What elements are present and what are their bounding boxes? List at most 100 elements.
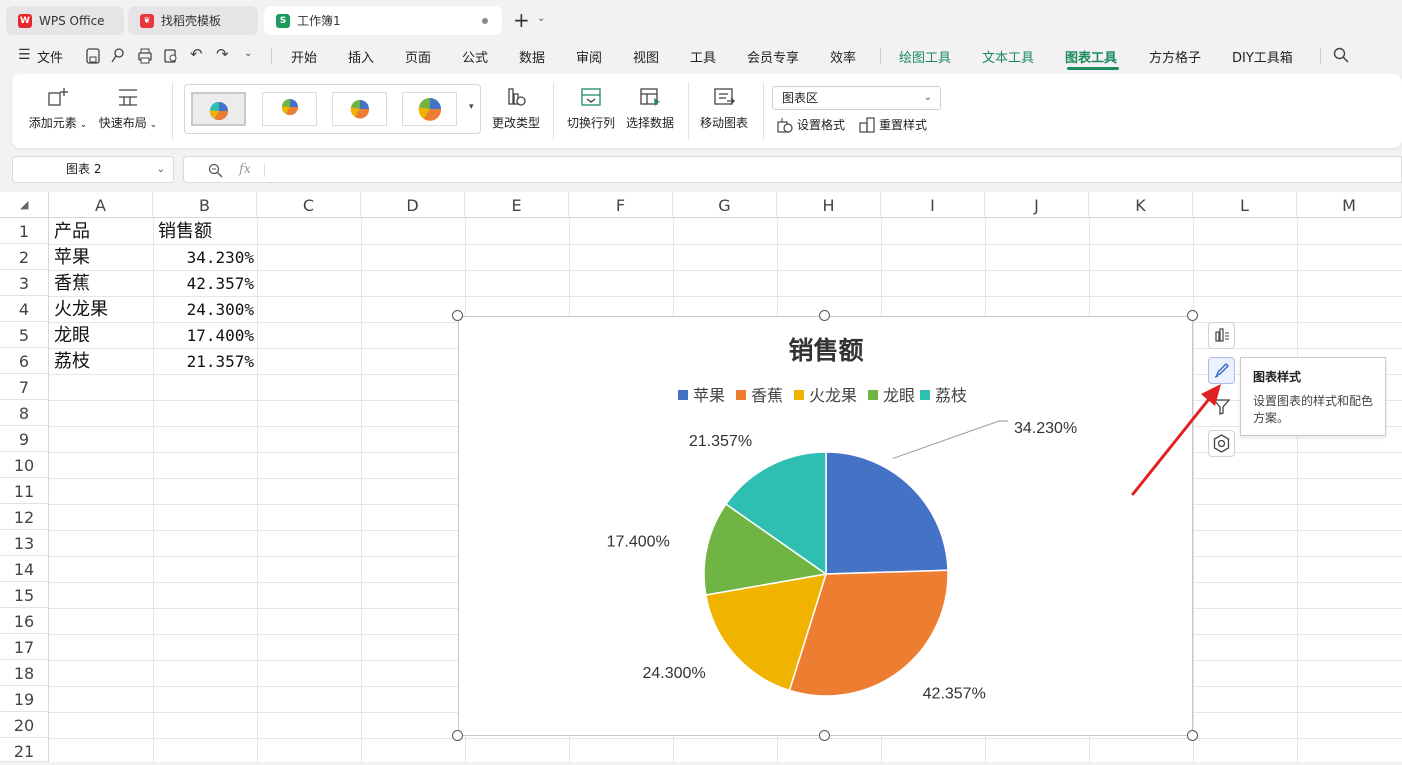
- cell-a2[interactable]: 苹果: [54, 244, 90, 270]
- menu-drawing-tools[interactable]: 绘图工具: [899, 47, 951, 66]
- change-type-button[interactable]: 更改类型: [488, 86, 544, 131]
- row-header[interactable]: 12: [0, 504, 49, 530]
- row-header[interactable]: 21: [0, 738, 49, 762]
- print-preview-icon[interactable]: [163, 48, 179, 64]
- column-header-g[interactable]: G: [673, 192, 777, 218]
- legend-label-3[interactable]: 火龙果: [809, 386, 857, 405]
- menu-file[interactable]: 文件: [37, 47, 63, 66]
- menu-data[interactable]: 数据: [519, 47, 545, 66]
- column-header-a[interactable]: A: [49, 192, 153, 218]
- resize-handle-bottom-right[interactable]: [1187, 730, 1198, 741]
- select-all-corner[interactable]: ◢: [0, 192, 49, 218]
- row-header[interactable]: 9: [0, 426, 49, 452]
- set-format-button[interactable]: 设置格式: [777, 116, 845, 133]
- share-icon[interactable]: [111, 48, 125, 64]
- formula-bar[interactable]: fx: [183, 156, 1402, 183]
- row-header[interactable]: 2: [0, 244, 49, 270]
- fx-icon[interactable]: fx: [239, 162, 251, 177]
- row-header[interactable]: 19: [0, 686, 49, 712]
- cell-a1[interactable]: 产品: [54, 218, 90, 244]
- pie-chart-object[interactable]: 销售额 苹果 香蕉 火龙果 龙眼 荔枝 34.230% 42.357% 24.300% 17.…: [458, 316, 1193, 736]
- select-data-button[interactable]: 选择数据: [624, 86, 676, 131]
- row-header[interactable]: 5: [0, 322, 49, 348]
- hamburger-menu-icon[interactable]: ☰: [18, 47, 31, 63]
- menu-efficiency[interactable]: 效率: [830, 47, 856, 66]
- menu-home[interactable]: 开始: [291, 47, 317, 66]
- pie-slice-1[interactable]: [825, 451, 949, 575]
- column-header-d[interactable]: D: [361, 192, 465, 218]
- menu-insert[interactable]: 插入: [348, 47, 374, 66]
- column-header-h[interactable]: H: [777, 192, 881, 218]
- data-label-1[interactable]: 34.230%: [1014, 420, 1077, 437]
- redo-icon[interactable]: ↷: [216, 45, 229, 63]
- column-header-j[interactable]: J: [985, 192, 1089, 218]
- unsaved-dot-icon[interactable]: [482, 18, 488, 24]
- row-header[interactable]: 16: [0, 608, 49, 634]
- cell-a6[interactable]: 荔枝: [54, 348, 90, 374]
- undo-icon[interactable]: ↶: [190, 45, 203, 63]
- data-label-4[interactable]: 17.400%: [607, 533, 670, 550]
- switch-row-col-button[interactable]: 切换行列: [565, 86, 617, 131]
- chart-legend[interactable]: 苹果 香蕉 火龙果 龙眼 荔枝: [678, 386, 967, 405]
- chart-style-option-2[interactable]: [262, 92, 317, 126]
- cell-a4[interactable]: 火龙果: [54, 296, 108, 322]
- menu-review[interactable]: 审阅: [576, 47, 602, 66]
- cell-b2[interactable]: 34.230%: [155, 244, 254, 270]
- data-label-2[interactable]: 42.357%: [923, 686, 986, 703]
- menu-member[interactable]: 会员专享: [747, 47, 799, 66]
- search-icon[interactable]: [1333, 47, 1349, 63]
- row-header[interactable]: 14: [0, 556, 49, 582]
- tab-docer-templates[interactable]: ❦ 找稻壳模板: [128, 6, 258, 35]
- zoom-formula-icon[interactable]: [208, 163, 223, 178]
- menu-tools[interactable]: 工具: [690, 47, 716, 66]
- column-header-f[interactable]: F: [569, 192, 673, 218]
- pie-chart[interactable]: 销售额 苹果 香蕉 火龙果 龙眼 荔枝 34.230% 42.357% 24.300% 17.…: [459, 317, 1192, 735]
- resize-handle-top[interactable]: [819, 310, 830, 321]
- chart-elements-button[interactable]: [1208, 322, 1235, 349]
- cell-a5[interactable]: 龙眼: [54, 322, 90, 348]
- new-tab-plus-icon[interactable]: +: [513, 9, 530, 31]
- tab-workbook[interactable]: S 工作簿1: [264, 6, 502, 35]
- row-header[interactable]: 3: [0, 270, 49, 296]
- column-header-k[interactable]: K: [1089, 192, 1193, 218]
- legend-label-2[interactable]: 香蕉: [751, 386, 783, 405]
- cell-b6[interactable]: 21.357%: [155, 348, 254, 374]
- column-header-l[interactable]: L: [1193, 192, 1297, 218]
- row-header[interactable]: 18: [0, 660, 49, 686]
- legend-label-1[interactable]: 苹果: [693, 386, 725, 405]
- column-header-b[interactable]: B: [153, 192, 257, 218]
- cell-b3[interactable]: 42.357%: [155, 270, 254, 296]
- menu-fangfang[interactable]: 方方格子: [1149, 47, 1201, 66]
- chart-title[interactable]: 销售额: [788, 336, 863, 365]
- row-header[interactable]: 17: [0, 634, 49, 660]
- column-header-c[interactable]: C: [257, 192, 361, 218]
- tab-wps-office[interactable]: W WPS Office: [6, 6, 124, 35]
- chart-style-option-3[interactable]: [332, 92, 387, 126]
- row-header[interactable]: 7: [0, 374, 49, 400]
- row-header[interactable]: 8: [0, 400, 49, 426]
- resize-handle-top-left[interactable]: [452, 310, 463, 321]
- chart-element-select[interactable]: 图表区 ⌄: [772, 86, 941, 110]
- row-header[interactable]: 4: [0, 296, 49, 322]
- cell-b5[interactable]: 17.400%: [155, 322, 254, 348]
- row-header[interactable]: 10: [0, 452, 49, 478]
- chart-style-option-1[interactable]: [191, 92, 246, 126]
- name-box[interactable]: 图表 2 ⌄: [12, 156, 174, 183]
- resize-handle-bottom[interactable]: [819, 730, 830, 741]
- row-header[interactable]: 13: [0, 530, 49, 556]
- gallery-more-chevron-icon[interactable]: ▾: [469, 102, 474, 112]
- menu-chart-tools[interactable]: 图表工具: [1065, 47, 1117, 66]
- chart-style-option-4[interactable]: [402, 92, 457, 126]
- print-icon[interactable]: [137, 48, 153, 64]
- move-chart-button[interactable]: 移动图表: [698, 86, 750, 131]
- add-element-button[interactable]: 添加元素 ⌄: [28, 86, 88, 131]
- reset-style-button[interactable]: 重置样式: [859, 116, 927, 133]
- save-icon[interactable]: [86, 48, 100, 64]
- row-header[interactable]: 6: [0, 348, 49, 374]
- column-header-e[interactable]: E: [465, 192, 569, 218]
- menu-formula[interactable]: 公式: [462, 47, 488, 66]
- menu-page[interactable]: 页面: [405, 47, 431, 66]
- tab-list-chevron-icon[interactable]: ⌄: [537, 13, 545, 24]
- menu-diy-toolbox[interactable]: DIY工具箱: [1232, 47, 1293, 66]
- row-header[interactable]: 20: [0, 712, 49, 738]
